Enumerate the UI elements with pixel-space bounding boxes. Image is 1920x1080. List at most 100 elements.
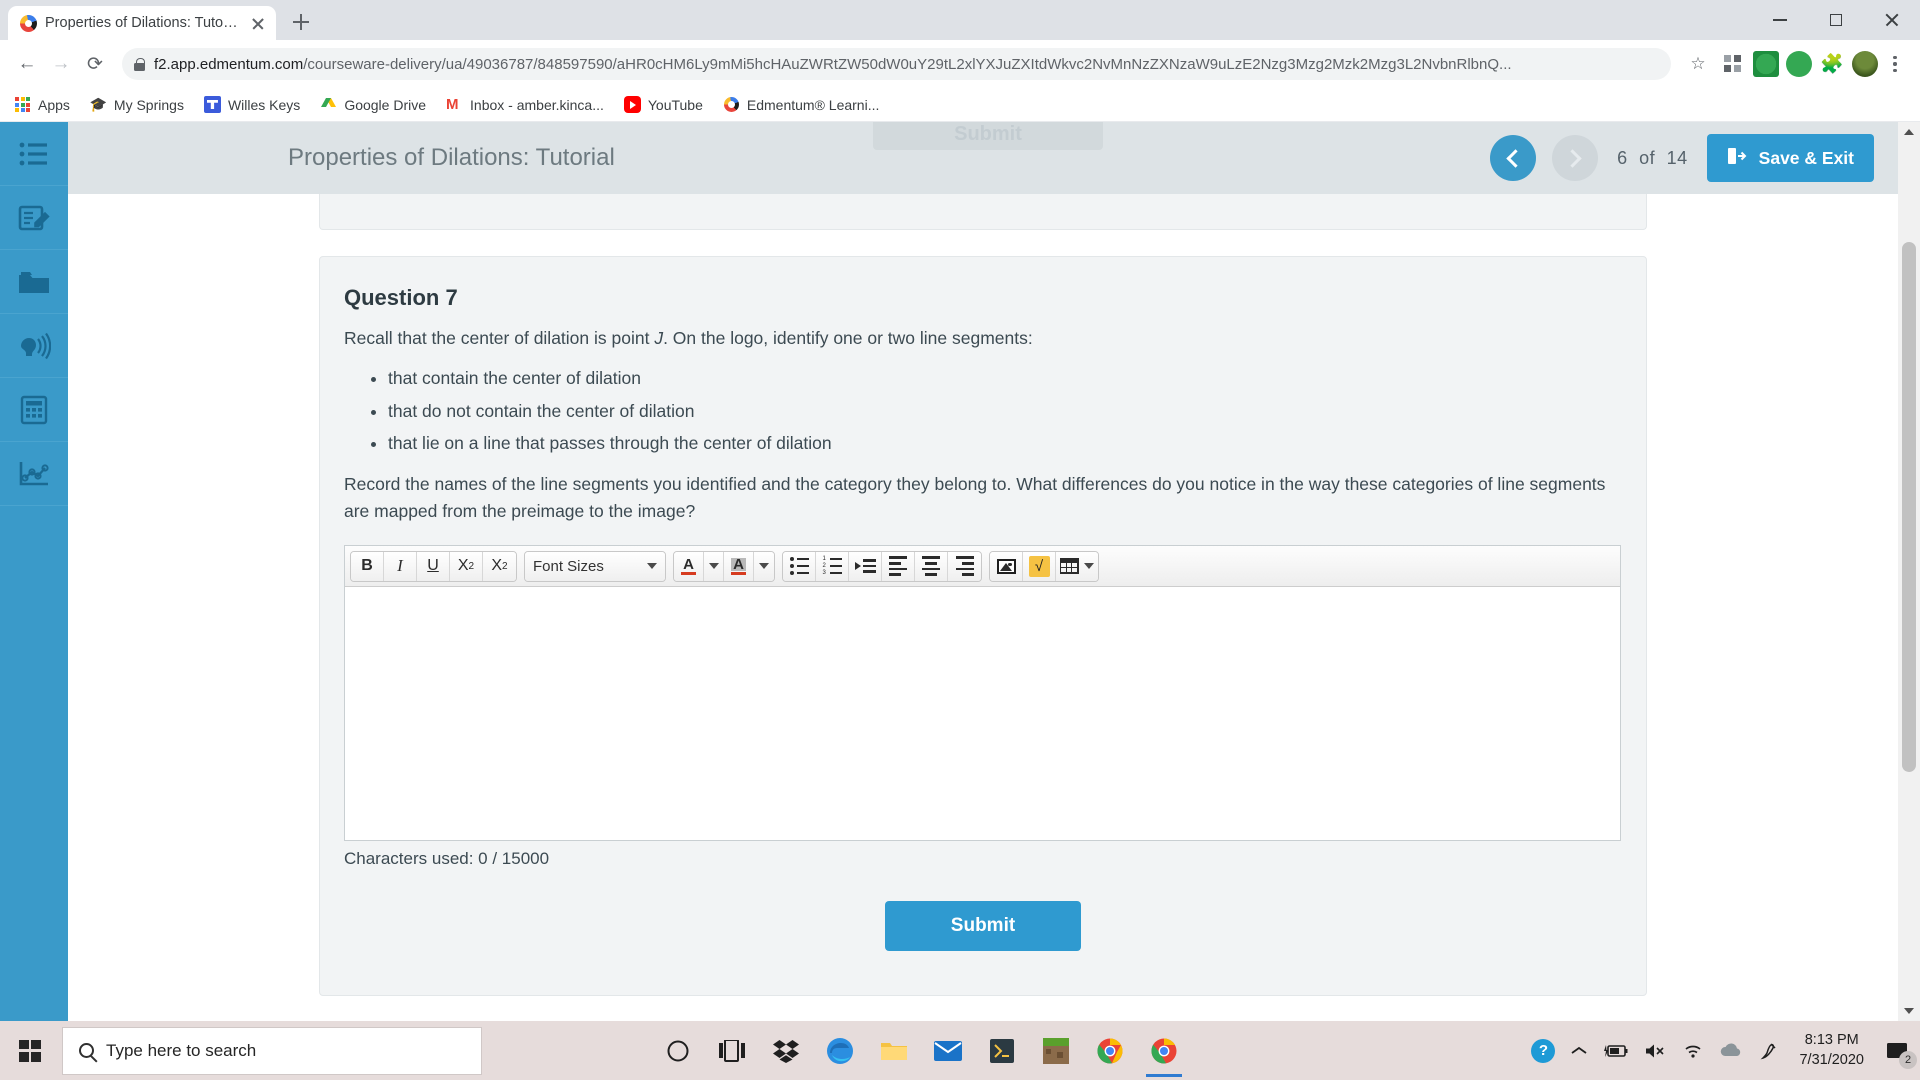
- text-color-icon[interactable]: A: [674, 551, 704, 581]
- help-support-icon[interactable]: ?: [1531, 1038, 1556, 1063]
- insert-image-icon[interactable]: [990, 551, 1023, 581]
- sidebar-item-resources[interactable]: [0, 250, 68, 314]
- maximize-button[interactable]: [1808, 0, 1864, 40]
- bullet-list-icon[interactable]: [783, 551, 816, 581]
- bookmark-star-icon[interactable]: ☆: [1683, 49, 1713, 79]
- next-page-button[interactable]: [1552, 135, 1599, 181]
- header-controls: 6 of 14 Save & Exit: [1490, 134, 1874, 182]
- highlight-color-swatch: [731, 571, 746, 575]
- underline-icon[interactable]: U: [417, 551, 450, 581]
- google-chrome-active-icon[interactable]: [1140, 1025, 1188, 1077]
- align-right-icon[interactable]: [948, 551, 981, 581]
- bookmark-inbox[interactable]: M Inbox - amber.kinca...: [446, 96, 604, 113]
- file-explorer-icon[interactable]: [870, 1025, 918, 1077]
- answer-textarea[interactable]: [345, 587, 1620, 840]
- chevron-down-icon: [647, 563, 657, 569]
- previous-page-button[interactable]: [1490, 135, 1537, 181]
- calculator-icon: [20, 395, 48, 425]
- subscript-icon[interactable]: X2: [483, 551, 516, 581]
- submit-row: Submit: [344, 901, 1622, 951]
- bold-icon[interactable]: B: [351, 551, 384, 581]
- numbered-list-icon[interactable]: 1 2 3: [816, 551, 849, 581]
- microsoft-edge-icon[interactable]: [816, 1025, 864, 1077]
- google-chrome-icon[interactable]: [1086, 1025, 1134, 1077]
- bookmark-edmentum[interactable]: Edmentum® Learni...: [723, 96, 880, 113]
- list-align-group: 1 2 3: [782, 550, 982, 582]
- bookmark-label: YouTube: [647, 96, 703, 113]
- action-center-icon[interactable]: 2: [1884, 1038, 1917, 1069]
- browser-window: Properties of Dilations: Tutorial ← → ⟳ …: [0, 0, 1920, 1021]
- bookmark-label: Edmentum® Learni...: [746, 96, 880, 113]
- sublime-text-icon[interactable]: [978, 1025, 1026, 1077]
- superscript-icon[interactable]: X2: [450, 551, 483, 581]
- chrome-menu-icon[interactable]: [1882, 49, 1908, 79]
- text-to-speech-icon: [17, 332, 51, 360]
- highlight-color-dropdown[interactable]: [754, 551, 774, 581]
- sidebar-item-calculator[interactable]: [0, 378, 68, 442]
- mail-icon[interactable]: [924, 1025, 972, 1077]
- reload-icon[interactable]: ⟳: [80, 49, 110, 79]
- grammarly-icon[interactable]: [1753, 51, 1779, 77]
- extension-grid-icon[interactable]: [1720, 51, 1746, 77]
- align-left-icon[interactable]: [882, 551, 915, 581]
- underline-label: U: [427, 557, 439, 574]
- sidebar-item-notes[interactable]: [0, 186, 68, 250]
- taskbar-search[interactable]: Type here to search: [62, 1026, 482, 1075]
- profile-avatar-icon[interactable]: [1852, 51, 1878, 77]
- status-dot-icon[interactable]: [1786, 51, 1812, 77]
- highlight-color-icon[interactable]: A: [724, 551, 754, 581]
- browser-tab[interactable]: Properties of Dilations: Tutorial: [8, 6, 276, 40]
- taskbar-clock[interactable]: 8:13 PM 7/31/2020: [1795, 1031, 1868, 1070]
- intro-text-after: . On the logo, identify one or two line …: [663, 328, 1033, 348]
- wifi-icon[interactable]: [1683, 1043, 1703, 1059]
- dropbox-icon[interactable]: [762, 1025, 810, 1077]
- font-sizes-group: Font Sizes: [524, 550, 666, 582]
- minimize-button[interactable]: [1752, 0, 1808, 40]
- show-hidden-icons-icon[interactable]: [1571, 1045, 1588, 1057]
- minecraft-icon[interactable]: [1032, 1025, 1080, 1077]
- volume-muted-icon[interactable]: [1645, 1043, 1667, 1059]
- new-tab-button[interactable]: [286, 7, 316, 37]
- math-equation-icon[interactable]: √: [1023, 551, 1056, 581]
- font-sizes-dropdown[interactable]: Font Sizes: [525, 551, 665, 581]
- puzzle-extensions-icon[interactable]: 🧩: [1819, 51, 1845, 77]
- scrollbar-thumb[interactable]: [1902, 242, 1916, 772]
- color-group: A A: [673, 550, 775, 582]
- back-arrow-icon[interactable]: ←: [12, 49, 42, 79]
- insert-table-icon[interactable]: [1056, 551, 1098, 581]
- pen-workspace-icon[interactable]: [1759, 1041, 1779, 1061]
- bookmark-willes-keys[interactable]: Willes Keys: [203, 96, 300, 113]
- indent-icon[interactable]: [849, 551, 882, 581]
- onedrive-icon[interactable]: [1719, 1043, 1743, 1058]
- save-and-exit-button[interactable]: Save & Exit: [1706, 134, 1874, 182]
- scroll-up-icon[interactable]: [1898, 122, 1920, 142]
- forward-arrow-icon[interactable]: →: [46, 49, 76, 79]
- page-separator: of: [1639, 147, 1656, 168]
- question-title: Question 7: [344, 285, 458, 310]
- task-view-icon[interactable]: [708, 1025, 756, 1077]
- page-total: 14: [1666, 147, 1688, 168]
- close-icon[interactable]: [248, 13, 268, 33]
- align-center-icon[interactable]: [915, 551, 948, 581]
- italic-icon[interactable]: I: [384, 551, 417, 581]
- page-scrollbar[interactable]: [1898, 122, 1920, 1021]
- cortana-icon[interactable]: [654, 1025, 702, 1077]
- bookmark-youtube[interactable]: YouTube: [623, 96, 703, 113]
- scroll-down-icon[interactable]: [1898, 1001, 1920, 1021]
- bookmark-apps[interactable]: Apps: [14, 96, 70, 113]
- start-button[interactable]: [0, 1021, 60, 1080]
- page-indicator: 6 of 14: [1614, 148, 1691, 169]
- insert-group: √: [989, 550, 1099, 582]
- sidebar-item-graphing-tool[interactable]: [0, 442, 68, 506]
- text-color-dropdown[interactable]: [704, 551, 724, 581]
- sidebar-item-text-to-speech[interactable]: [0, 314, 68, 378]
- notes-pencil-icon: [18, 203, 50, 233]
- submit-button[interactable]: Submit: [885, 901, 1081, 951]
- bookmark-my-springs[interactable]: 🎓 My Springs: [90, 96, 184, 113]
- bookmark-google-drive[interactable]: Google Drive: [320, 96, 426, 113]
- battery-charging-icon[interactable]: [1603, 1043, 1629, 1059]
- sidebar-item-outline[interactable]: [0, 122, 68, 186]
- close-window-button[interactable]: [1864, 0, 1920, 40]
- address-bar[interactable]: f2.app.edmentum.com/courseware-delivery/…: [122, 48, 1671, 80]
- search-icon: [79, 1043, 94, 1058]
